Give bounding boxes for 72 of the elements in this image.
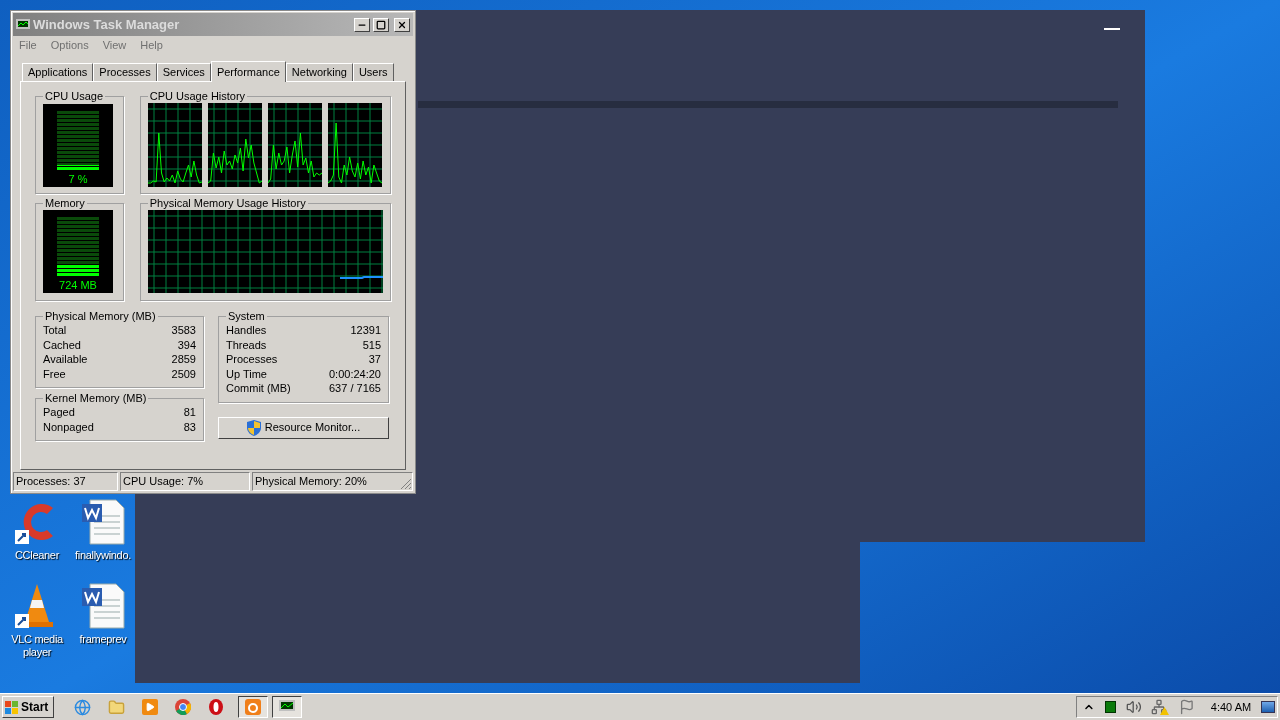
- document-icon: [80, 582, 126, 630]
- stat-label: Handles: [226, 323, 267, 338]
- meter-reading: 7 %: [68, 171, 88, 187]
- group-title: Physical Memory Usage History: [148, 197, 307, 210]
- monitor-icon: [279, 700, 295, 714]
- stat-label: Processes: [226, 352, 278, 367]
- group-title: Physical Memory (MB): [44, 310, 157, 323]
- menu-item[interactable]: View: [102, 37, 127, 54]
- network-warning-icon[interactable]: [1151, 699, 1170, 715]
- tab[interactable]: Applications: [22, 63, 94, 81]
- window-title: Windows Task Manager: [33, 15, 181, 34]
- opera-icon[interactable]: [208, 699, 224, 715]
- desktop-icon-label[interactable]: VLC media player: [6, 633, 68, 659]
- stat-value: 3583: [171, 323, 196, 338]
- stat-value: 81: [183, 405, 196, 420]
- stat-label: Threads: [226, 337, 267, 352]
- stat-label: Commit (MB): [226, 381, 291, 396]
- tab[interactable]: Processes: [93, 63, 157, 81]
- flag-icon[interactable]: [1179, 699, 1195, 715]
- group-title: System: [227, 310, 266, 323]
- stat-value: 394: [177, 337, 196, 352]
- avast-taskbar-button[interactable]: [238, 696, 268, 718]
- maximize-button[interactable]: [373, 17, 389, 32]
- tab[interactable]: Services: [156, 63, 211, 81]
- chrome-icon[interactable]: [175, 699, 191, 715]
- group-title: CPU Usage: [44, 90, 105, 103]
- stat-label: Cached: [43, 337, 81, 352]
- status-bar-field: CPU Usage: 7%: [120, 472, 250, 491]
- close-icon: [397, 19, 407, 30]
- status-bar-field: Processes: 37: [13, 472, 118, 491]
- tab[interactable]: Users: [352, 63, 394, 81]
- tab[interactable]: Networking: [285, 63, 353, 81]
- resize-grip-icon[interactable]: [400, 478, 412, 490]
- stat-value: 12391: [350, 323, 381, 338]
- close-button[interactable]: [394, 17, 410, 32]
- stat-label: Total: [43, 323, 67, 338]
- meter-reading: 724 MB: [59, 277, 97, 293]
- stat-value: 515: [362, 337, 381, 352]
- show-desktop-icon[interactable]: [1261, 701, 1275, 713]
- clock[interactable]: 4:40 AM: [1210, 698, 1252, 716]
- maximize-icon: [376, 19, 386, 30]
- stat-label: Available: [43, 352, 88, 367]
- windows-logo-icon: [5, 700, 19, 714]
- minimize-button[interactable]: [354, 17, 370, 32]
- shield-icon: [246, 419, 261, 436]
- stat-label: Nonpaged: [43, 419, 94, 434]
- minimize-button[interactable]: [1104, 27, 1120, 31]
- stat-label: Up Time: [226, 366, 267, 381]
- stat-value: 83: [183, 419, 196, 434]
- resource-monitor-button[interactable]: Resource Monitor...: [218, 416, 389, 439]
- stat-value: 37: [368, 352, 381, 367]
- stat-value: 637 / 7165: [329, 381, 381, 396]
- group-title: CPU Usage History: [148, 90, 247, 103]
- desktop-icon-label[interactable]: frameprev: [72, 633, 134, 646]
- monitor-icon: [16, 18, 30, 31]
- task-manager-taskbar-button[interactable]: [272, 696, 302, 718]
- document-icon: [80, 498, 126, 546]
- group-title: Memory: [44, 197, 86, 210]
- stat-value: 0:00:24:20: [329, 366, 381, 381]
- status-bar-field: Physical Memory: 20%: [252, 472, 413, 491]
- start-button[interactable]: Start: [2, 696, 54, 718]
- stat-value: 2509: [171, 366, 196, 381]
- stat-label: Paged: [43, 405, 75, 420]
- stat-label: Free: [43, 366, 66, 381]
- tab[interactable]: Performance: [210, 61, 286, 82]
- speaker-icon[interactable]: [1125, 699, 1142, 715]
- desktop-icon-label[interactable]: finallywindo.: [72, 549, 134, 562]
- avast-icon: [245, 699, 261, 715]
- group-title: Kernel Memory (MB): [44, 392, 148, 405]
- stat-value: 2859: [171, 352, 196, 367]
- meter-tray-icon[interactable]: [1104, 701, 1116, 713]
- desktop-icon-label[interactable]: CCleaner: [6, 549, 68, 562]
